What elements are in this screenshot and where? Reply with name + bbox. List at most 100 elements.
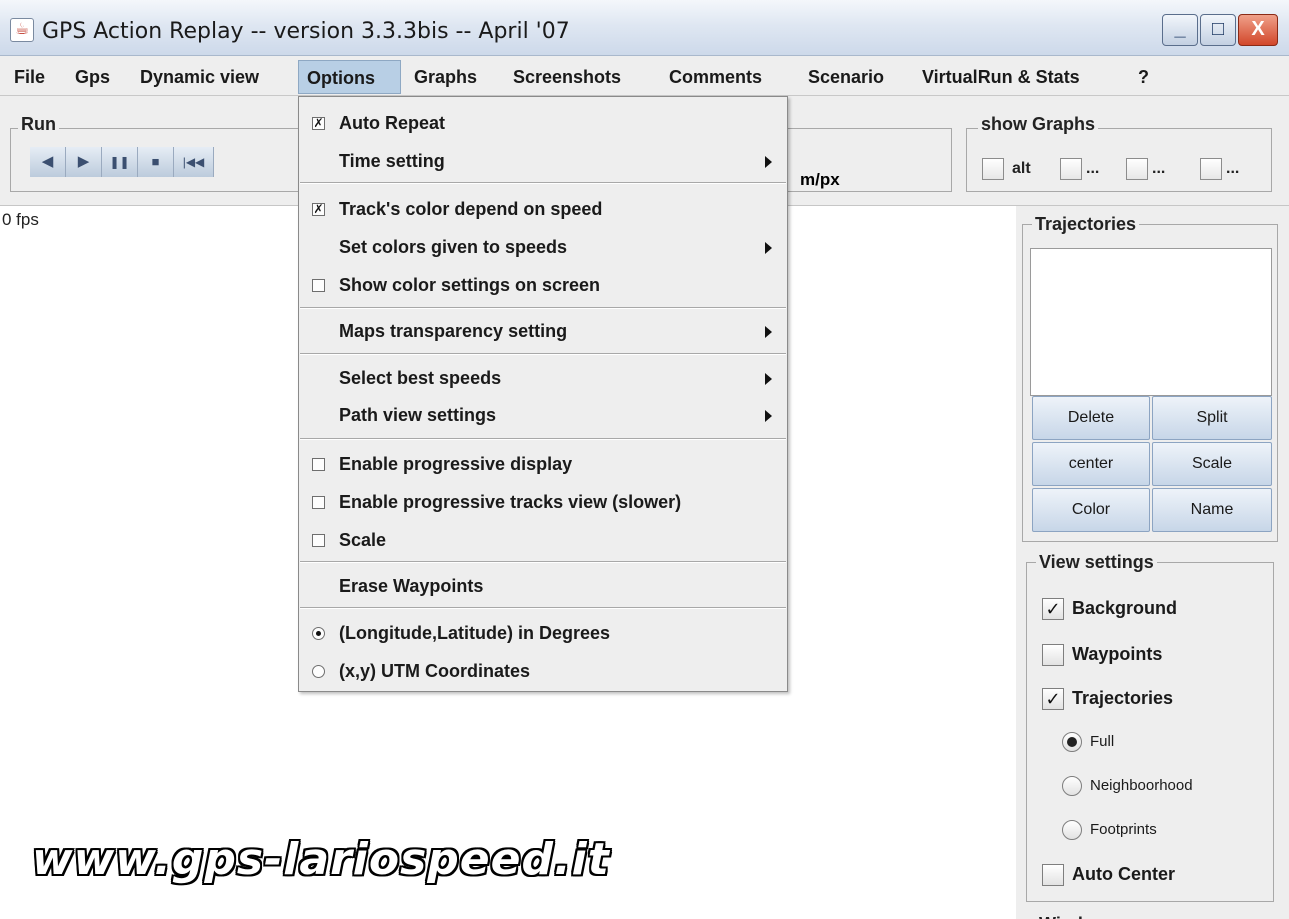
menu-path-view-settings[interactable]: Path view settings [299, 397, 787, 433]
graph-2-checkbox[interactable] [1060, 158, 1082, 180]
checkbox-unchecked-icon [312, 496, 325, 509]
path-view-settings-label: Path view settings [339, 405, 497, 425]
menu-dynamic-view[interactable]: Dynamic view [132, 60, 267, 94]
rewind-to-start-icon: |◀◀ [182, 155, 205, 169]
menu-graphs[interactable]: Graphs [406, 60, 485, 94]
stop-button[interactable]: ■ [138, 147, 174, 177]
waypoints-checkbox[interactable] [1042, 644, 1064, 666]
center-button[interactable]: center [1032, 442, 1150, 486]
graph-4-checkbox[interactable] [1200, 158, 1222, 180]
name-button[interactable]: Name [1152, 488, 1272, 532]
submenu-arrow-icon [765, 373, 772, 385]
menu-help[interactable]: ? [1130, 60, 1157, 94]
submenu-arrow-icon [765, 156, 772, 168]
full-radio[interactable] [1062, 732, 1082, 752]
scale-label: Scale [339, 530, 387, 550]
graph-alt-checkbox[interactable] [982, 158, 1004, 180]
menu-file[interactable]: File [6, 60, 53, 94]
maps-transparency-label: Maps transparency setting [339, 321, 568, 341]
maximize-button[interactable]: □ [1200, 14, 1236, 46]
menu-scale[interactable]: Scale [299, 522, 787, 558]
trajectories-checkbox[interactable]: ✓ [1042, 688, 1064, 710]
minimize-button[interactable]: _ [1162, 14, 1198, 46]
menu-coord-utm[interactable]: (x,y) UTM Coordinates [299, 653, 787, 689]
menu-scenario[interactable]: Scenario [800, 60, 892, 94]
menu-gps[interactable]: Gps [67, 60, 118, 94]
maximize-icon: □ [1211, 18, 1225, 40]
menu-virtualrun-stats[interactable]: VirtualRun & Stats [914, 60, 1088, 94]
radio-selected-dot [1067, 737, 1077, 747]
menu-auto-repeat[interactable]: ✗ Auto Repeat [299, 105, 787, 141]
right-panel: Trajectories Delete Split center Scale C… [1016, 206, 1289, 919]
neighboorhood-radio[interactable] [1062, 776, 1082, 796]
split-button[interactable]: Split [1152, 396, 1272, 440]
menu-select-best-speeds[interactable]: Select best speeds [299, 360, 787, 396]
java-app-icon: ☕ [10, 18, 34, 42]
menu-screenshots[interactable]: Screenshots [505, 60, 629, 94]
rewind-button[interactable]: |◀◀ [174, 147, 214, 177]
background-checkbox[interactable]: ✓ [1042, 598, 1064, 620]
submenu-arrow-icon [765, 326, 772, 338]
check-icon: ✓ [1045, 599, 1061, 619]
close-icon: X [1251, 18, 1265, 40]
submenu-arrow-icon [765, 410, 772, 422]
menu-progressive-display[interactable]: Enable progressive display [299, 446, 787, 482]
radio-unselected-icon [312, 665, 325, 678]
menu-separator [300, 307, 786, 309]
auto-center-checkbox[interactable] [1042, 864, 1064, 886]
menu-options[interactable]: Options [298, 60, 401, 94]
coord-utm-label: (x,y) UTM Coordinates [339, 661, 531, 681]
checkbox-checked-icon: ✗ [312, 116, 325, 130]
menu-comments[interactable]: Comments [661, 60, 770, 94]
run-group-title: Run [18, 114, 59, 135]
close-button[interactable]: X [1238, 14, 1278, 46]
menu-set-colors[interactable]: Set colors given to speeds [299, 229, 787, 265]
pause-button[interactable]: ❚❚ [102, 147, 138, 177]
progressive-tracks-label: Enable progressive tracks view (slower) [339, 492, 682, 512]
menu-separator [300, 607, 786, 609]
window-title: GPS Action Replay -- version 3.3.3bis --… [42, 19, 570, 44]
menu-coord-degrees[interactable]: (Longitude,Latitude) in Degrees [299, 615, 787, 651]
color-button[interactable]: Color [1032, 488, 1150, 532]
progressive-display-label: Enable progressive display [339, 454, 573, 474]
footprints-radio[interactable] [1062, 820, 1082, 840]
menu-separator [300, 182, 786, 184]
checkbox-unchecked-icon [312, 279, 325, 292]
checkbox-checked-icon: ✗ [312, 202, 325, 216]
graph-alt-label: alt [1012, 160, 1031, 177]
scale-unit-label: m/px [800, 170, 840, 189]
checkbox-unchecked-icon [312, 534, 325, 547]
play-button[interactable]: ▶ [66, 147, 102, 177]
graph-3-checkbox[interactable] [1126, 158, 1148, 180]
trajectories-list[interactable] [1030, 248, 1272, 396]
menu-separator [300, 561, 786, 563]
trajectories-view-label: Trajectories [1072, 688, 1174, 708]
wind-group-title: Wind [1036, 914, 1086, 919]
menu-separator [300, 353, 786, 355]
view-settings-title: View settings [1036, 552, 1157, 573]
options-dropdown-menu: ✗ Auto Repeat Time setting ✗ Track's col… [298, 96, 788, 692]
show-color-settings-label: Show color settings on screen [339, 275, 601, 295]
graph-4-label: ... [1226, 160, 1240, 177]
show-graphs-title: show Graphs [978, 114, 1099, 135]
minimize-icon: _ [1174, 18, 1186, 40]
scale-button[interactable]: Scale [1152, 442, 1272, 486]
fps-counter: 0 fps [2, 210, 39, 229]
delete-button[interactable]: Delete [1032, 396, 1150, 440]
title-bar: ☕ GPS Action Replay -- version 3.3.3bis … [0, 0, 1289, 56]
erase-waypoints-label: Erase Waypoints [339, 576, 484, 596]
menu-separator [300, 438, 786, 440]
menu-show-color-settings[interactable]: Show color settings on screen [299, 267, 787, 303]
menu-track-color-speed[interactable]: ✗ Track's color depend on speed [299, 191, 787, 227]
step-back-button[interactable]: ◀ [30, 147, 66, 177]
watermark-url: www.gps-lariospeed.it [32, 834, 610, 885]
checkbox-unchecked-icon [312, 458, 325, 471]
menu-erase-waypoints[interactable]: Erase Waypoints [299, 568, 787, 604]
select-best-speeds-label: Select best speeds [339, 368, 502, 388]
menu-progressive-tracks[interactable]: Enable progressive tracks view (slower) [299, 484, 787, 520]
graph-2-label: ... [1086, 160, 1100, 177]
track-color-speed-label: Track's color depend on speed [339, 199, 603, 219]
menu-maps-transparency[interactable]: Maps transparency setting [299, 313, 787, 349]
check-icon: ✓ [1045, 689, 1061, 709]
menu-time-setting[interactable]: Time setting [299, 143, 787, 179]
